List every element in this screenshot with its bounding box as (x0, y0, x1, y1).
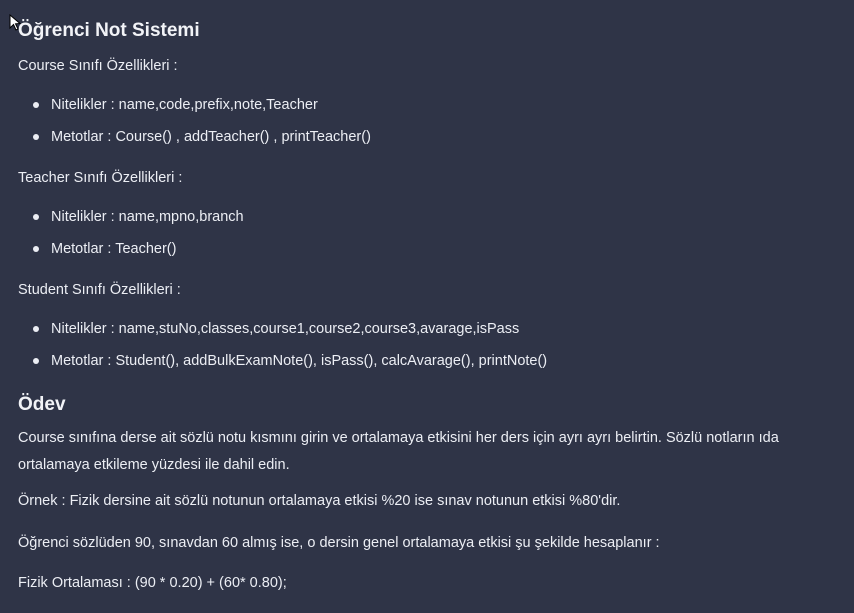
odev-paragraph-2: Örnek : Fizik dersine ait sözlü notunun … (18, 493, 621, 509)
course-list: Nitelikler : name,code,prefix,note,Teach… (18, 95, 371, 159)
page-title: Öğrenci Not Sistemi (18, 20, 200, 41)
list-item: Nitelikler : name,code,prefix,note,Teach… (18, 95, 371, 127)
list-item: Nitelikler : name,stuNo,classes,course1,… (18, 319, 547, 351)
bullet-icon (33, 326, 39, 332)
list-item: Metotlar : Student(), addBulkExamNote(),… (18, 351, 547, 383)
odev-paragraph-4: Fizik Ortalaması : (90 * 0.20) + (60* 0.… (18, 575, 287, 591)
bullet-icon (33, 214, 39, 220)
course-heading: Course Sınıfı Özellikleri : (18, 58, 178, 74)
list-item: Nitelikler : name,mpno,branch (18, 207, 244, 239)
student-list: Nitelikler : name,stuNo,classes,course1,… (18, 319, 547, 383)
odev-paragraph-3: Öğrenci sözlüden 90, sınavdan 60 almış i… (18, 535, 660, 551)
bullet-icon (33, 358, 39, 364)
list-item: Metotlar : Teacher() (18, 239, 244, 271)
odev-paragraph-1: Course sınıfına derse ait sözlü notu kıs… (18, 430, 779, 473)
bullet-icon (33, 134, 39, 140)
teacher-heading: Teacher Sınıfı Özellikleri : (18, 170, 183, 186)
teacher-list: Nitelikler : name,mpno,branch Metotlar :… (18, 207, 244, 271)
list-item: Metotlar : Course() , addTeacher() , pri… (18, 127, 371, 159)
student-heading: Student Sınıfı Özellikleri : (18, 282, 181, 298)
bullet-icon (33, 102, 39, 108)
odev-heading: Ödev (18, 394, 66, 415)
bullet-icon (33, 246, 39, 252)
